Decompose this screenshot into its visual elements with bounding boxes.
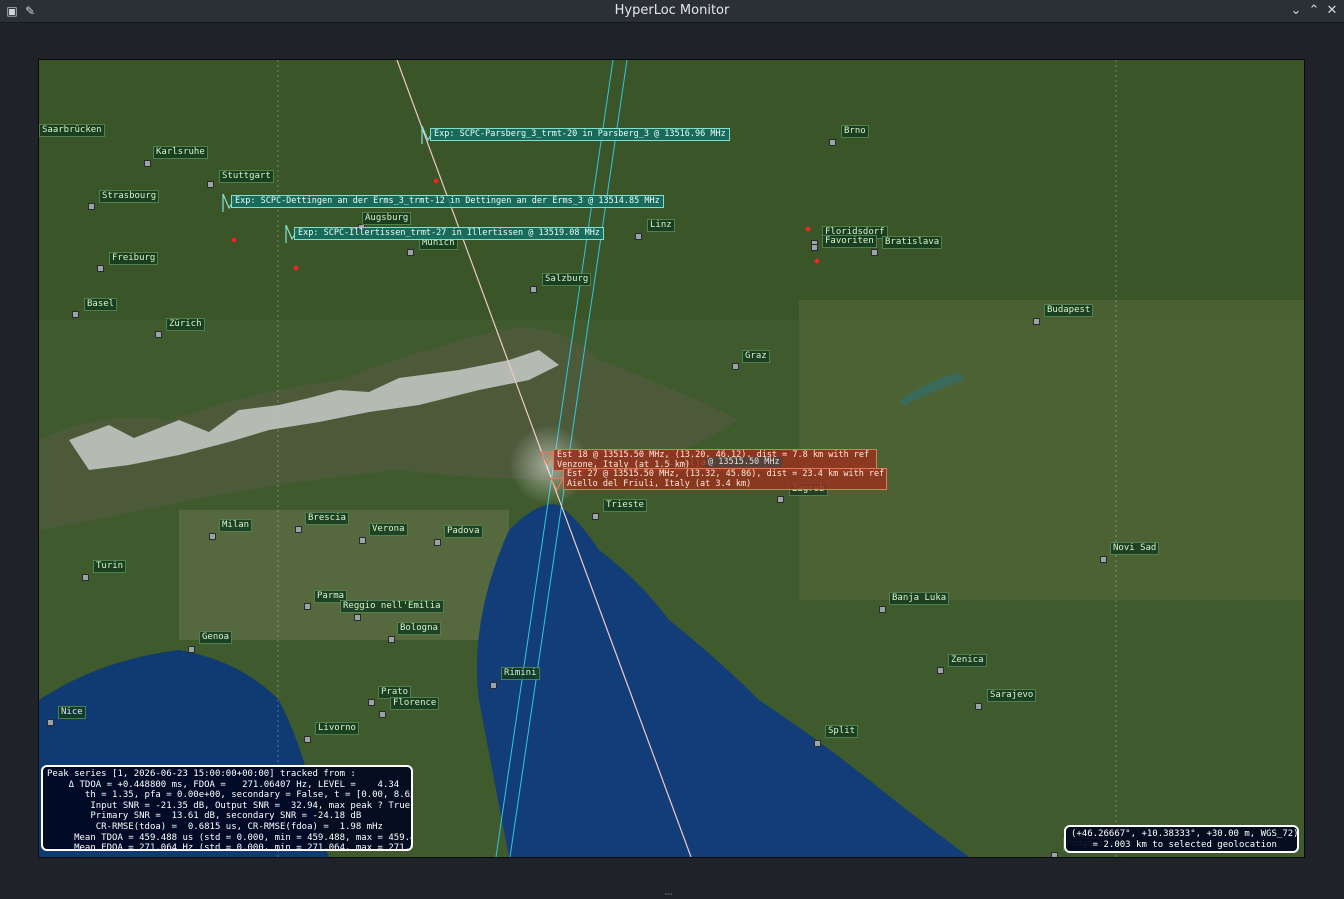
title-bar: ▣ ✎ HyperLoc Monitor ⌄ ⌃ ✕ — [0, 0, 1344, 23]
close-icon: ✕ — [1326, 3, 1338, 18]
city-label: Favoriten — [822, 235, 877, 248]
city-marker — [97, 265, 104, 272]
minimize-button[interactable]: ⌄ — [1287, 2, 1305, 20]
expected-transmitter-label[interactable]: Exp: SCPC-Parsberg_3_trmt-20 in Parsberg… — [430, 128, 730, 141]
estimate-label[interactable]: Est 27 @ 13515.50 MHz, (13.32, 45.86), d… — [563, 468, 887, 490]
city-label: Salzburg — [542, 273, 592, 286]
city-label: Sarajevo — [987, 689, 1037, 702]
city-label: Padova — [444, 525, 483, 538]
city-label: Milan — [219, 519, 253, 532]
city-marker — [635, 233, 642, 240]
city-marker — [592, 513, 599, 520]
city-marker — [829, 139, 836, 146]
city-label: Rimini — [501, 667, 540, 680]
city-marker — [732, 363, 739, 370]
city-label: Bratislava — [882, 236, 943, 249]
city-marker — [304, 736, 311, 743]
city-label: Florence — [390, 697, 440, 710]
expected-transmitter-label[interactable]: Exp: SCPC-Dettingen an der Erms_3_trmt-1… — [231, 195, 664, 208]
city-label: Freiburg — [109, 252, 159, 265]
city-label: Strasbourg — [99, 190, 160, 203]
city-label: Linz — [647, 219, 675, 232]
city-marker — [368, 699, 375, 706]
window-title: HyperLoc Monitor — [614, 3, 730, 18]
city-marker — [295, 526, 302, 533]
city-label: Genoa — [199, 631, 233, 644]
city-marker — [811, 244, 818, 251]
expected-transmitter-label[interactable]: Exp: SCPC-Illertissen_trmt-27 in Illerti… — [294, 227, 604, 240]
city-label: Novi Sad — [1110, 542, 1160, 555]
city-label: Zürich — [166, 318, 205, 331]
city-label: Budapest — [1044, 304, 1094, 317]
city-marker — [188, 646, 195, 653]
city-marker — [777, 496, 784, 503]
chevron-up-icon: ⌃ — [1308, 3, 1320, 18]
city-marker — [879, 606, 886, 613]
map-view[interactable]: Saarbrücken Karlsruhe Stuttgart Strasbourg A… — [38, 59, 1305, 858]
city-marker — [82, 574, 89, 581]
city-label: Banja Luka — [889, 592, 950, 605]
city-label: Bologna — [397, 622, 441, 635]
chevron-down-icon: ⌄ — [1290, 3, 1302, 18]
city-marker — [490, 682, 497, 689]
city-label: Karlsruhe — [153, 146, 208, 159]
city-marker — [359, 537, 366, 544]
city-marker — [407, 249, 414, 256]
city-label: Graz — [742, 350, 770, 363]
city-label: Verona — [369, 523, 408, 536]
city-marker — [871, 249, 878, 256]
city-marker — [155, 331, 162, 338]
city-label: Stuttgart — [219, 170, 274, 183]
city-marker — [304, 603, 311, 610]
peak-series-info-box: Peak series [1, 2026-06-23 15:00:00+00:0… — [41, 765, 413, 851]
city-label: Zenica — [948, 654, 987, 667]
overlap-frequency-label: @ 13515.50 MHz — [706, 457, 782, 467]
city-marker — [1051, 852, 1058, 857]
city-label: Basel — [84, 298, 118, 311]
city-marker — [814, 740, 821, 747]
city-label: Livorno — [315, 722, 359, 735]
city-marker — [379, 711, 386, 718]
resize-handle[interactable]: ····· — [664, 890, 673, 899]
city-marker — [72, 311, 79, 318]
city-marker — [1033, 318, 1040, 325]
city-label: Reggio nell'Emilia — [340, 600, 444, 613]
city-label: Nice — [58, 706, 86, 719]
city-label: Brno — [841, 125, 869, 138]
city-marker — [47, 719, 54, 726]
cursor-coordinate-box: (+46.26667°, +10.38333°, +30.00 m, WGS_7… — [1064, 825, 1299, 853]
city-label: Brescia — [305, 512, 349, 525]
city-marker — [388, 636, 395, 643]
city-label: Split — [825, 725, 859, 738]
city-marker — [88, 203, 95, 210]
city-marker — [354, 614, 361, 621]
city-marker — [209, 533, 216, 540]
city-label: Augsburg — [362, 212, 412, 225]
city-marker — [937, 667, 944, 674]
city-marker — [1100, 556, 1107, 563]
city-label: Turin — [93, 560, 127, 573]
city-marker — [207, 181, 214, 188]
city-marker — [530, 286, 537, 293]
city-label: Saarbrücken — [39, 124, 105, 137]
city-marker — [144, 160, 151, 167]
close-button[interactable]: ✕ — [1323, 2, 1341, 20]
city-label: Trieste — [603, 499, 647, 512]
city-marker — [434, 539, 441, 546]
maximize-button[interactable]: ⌃ — [1305, 2, 1323, 20]
city-marker — [975, 703, 982, 710]
